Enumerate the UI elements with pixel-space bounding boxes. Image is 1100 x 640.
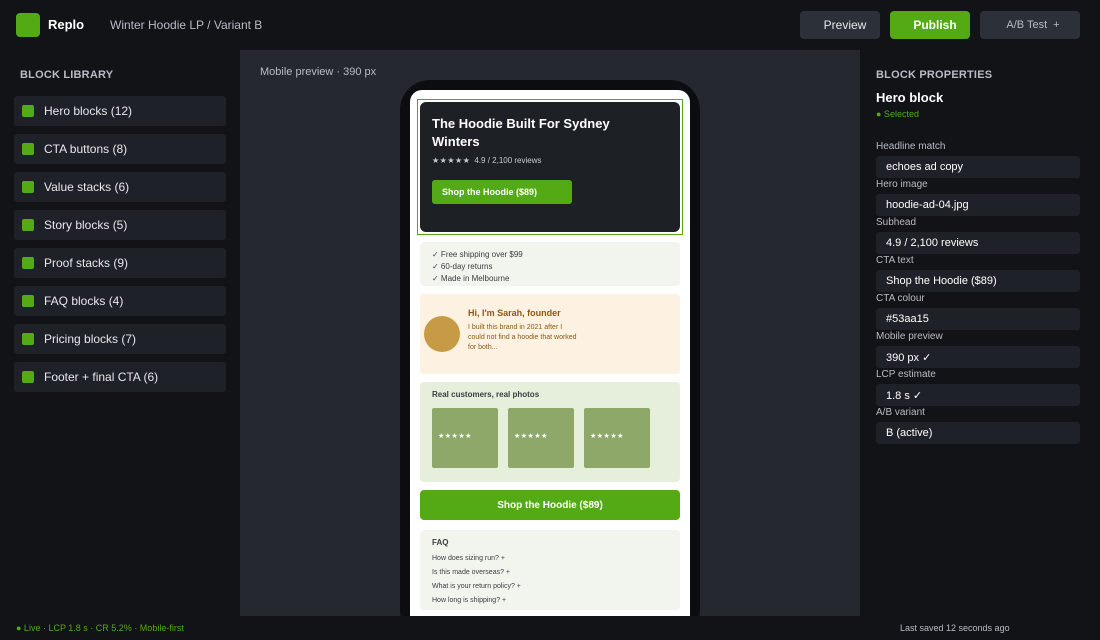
library-item-value-stacks[interactable]: Value stacks (6) <box>14 172 226 202</box>
block-properties-title: BLOCK PROPERTIES <box>876 69 993 81</box>
library-item-label: Footer + final CTA (6) <box>44 370 159 384</box>
prop-label-mobile-preview: Mobile preview <box>876 331 943 342</box>
block-icon <box>22 181 34 193</box>
story-title: Hi, I'm Sarah, founder <box>468 308 561 318</box>
save-status: Last saved 12 seconds ago <box>900 623 1010 633</box>
prop-field-ab-variant[interactable]: B (active) <box>876 422 1080 444</box>
ab-test-button-label: A/B Test <box>1006 19 1048 31</box>
star-rating-icon: ★★★★★ <box>590 433 624 440</box>
library-item-label: Story blocks (5) <box>44 218 128 232</box>
phone-screen[interactable]: The Hoodie Built For Sydney Winters ★★★★… <box>410 90 690 616</box>
selected-block-name: Hero block <box>876 90 944 105</box>
faq-question[interactable]: What is your return policy? + <box>432 583 521 590</box>
hero-rating-text: 4.9 / 2,100 reviews <box>474 156 542 165</box>
block-icon <box>22 143 34 155</box>
faq-block[interactable]: FAQ How does sizing run? + Is this made … <box>420 530 680 610</box>
plus-icon: + <box>1053 19 1060 31</box>
library-item-cta-buttons[interactable]: CTA buttons (8) <box>14 134 226 164</box>
proof-stack-block[interactable]: Real customers, real photos ★★★★★ ★★★★★ … <box>420 382 680 482</box>
status-bar: ● Live · LCP 1.8 s · CR 5.2% · Mobile-fi… <box>0 616 1100 640</box>
prop-label-lcp-estimate: LCP estimate <box>876 369 936 380</box>
block-library-title: BLOCK LIBRARY <box>20 69 114 81</box>
prop-field-lcp-estimate[interactable]: 1.8 s ✓ <box>876 384 1080 406</box>
star-rating-icon: ★★★★★ <box>438 433 472 440</box>
library-item-label: Pricing blocks (7) <box>44 332 137 346</box>
star-rating-icon: ★★★★★ <box>432 156 471 165</box>
library-item-label: CTA buttons (8) <box>44 142 128 156</box>
library-item-label: Hero blocks (12) <box>44 104 133 118</box>
top-bar: Replo Winter Hoodie LP / Variant B Previ… <box>0 0 1100 50</box>
library-item-hero-blocks[interactable]: Hero blocks (12) <box>14 96 226 126</box>
app-name: Replo <box>48 17 85 32</box>
faq-title: FAQ <box>432 538 449 547</box>
hero-block[interactable]: The Hoodie Built For Sydney Winters ★★★★… <box>420 102 680 232</box>
block-icon <box>22 105 34 117</box>
live-status: ● Live · LCP 1.8 s · CR 5.2% · Mobile-fi… <box>16 623 184 633</box>
prop-label-subhead: Subhead <box>876 217 917 228</box>
story-body: I built this brand in 2021 after I could… <box>468 324 577 351</box>
prop-label-headline-match: Headline match <box>876 141 946 152</box>
publish-button[interactable]: Publish <box>890 11 970 39</box>
prop-label-cta-colour: CTA colour <box>876 293 925 304</box>
value-item: ✓ Made in Melbourne <box>432 274 510 283</box>
mobile-preview-label: Mobile preview · 390 px <box>260 66 377 78</box>
story-block[interactable]: Hi, I'm Sarah, founder I built this bran… <box>420 294 680 374</box>
preview-button-label: Preview <box>823 18 867 32</box>
block-icon <box>22 295 34 307</box>
value-item: ✓ Free shipping over $99 <box>432 250 523 259</box>
library-item-label: Proof stacks (9) <box>44 256 129 270</box>
value-item: ✓ 60-day returns <box>432 262 493 271</box>
breadcrumb[interactable]: Winter Hoodie LP / Variant B <box>110 18 262 32</box>
selected-status: ● Selected <box>876 109 919 119</box>
faq-question[interactable]: Is this made overseas? + <box>432 569 510 576</box>
star-rating-icon: ★★★★★ <box>514 433 548 440</box>
block-icon <box>22 371 34 383</box>
prop-field-headline-match[interactable]: echoes ad copy <box>876 156 1080 178</box>
prop-field-subhead[interactable]: 4.9 / 2,100 reviews <box>876 232 1080 254</box>
value-stack-block[interactable]: ✓ Free shipping over $99 ✓ 60-day return… <box>420 242 680 286</box>
block-icon <box>22 257 34 269</box>
hero-rating: ★★★★★ 4.9 / 2,100 reviews <box>432 156 542 165</box>
prop-label-cta-text: CTA text <box>876 255 914 266</box>
preview-button[interactable]: Preview <box>800 11 880 39</box>
prop-field-cta-colour[interactable]: #53aa15 <box>876 308 1080 330</box>
phone-frame: The Hoodie Built For Sydney Winters ★★★★… <box>400 80 700 616</box>
library-item-label: FAQ blocks (4) <box>44 294 124 308</box>
block-icon <box>22 219 34 231</box>
prop-field-mobile-preview[interactable]: 390 px ✓ <box>876 346 1080 368</box>
library-item-story-blocks[interactable]: Story blocks (5) <box>14 210 226 240</box>
faq-question[interactable]: How does sizing run? + <box>432 555 505 562</box>
customer-photo: ★★★★★ <box>508 408 574 468</box>
library-item-label: Value stacks (6) <box>44 180 130 194</box>
editor-canvas[interactable]: Mobile preview · 390 px The Hoodie Built… <box>240 50 860 616</box>
prop-label-hero-image: Hero image <box>876 179 928 190</box>
hero-cta-button[interactable]: Shop the Hoodie ($89) <box>432 180 572 204</box>
proof-title: Real customers, real photos <box>432 390 540 399</box>
block-library-panel: BLOCK LIBRARY Hero blocks (12) CTA butto… <box>0 50 240 616</box>
prop-field-cta-text[interactable]: Shop the Hoodie ($89) <box>876 270 1080 292</box>
ab-test-button[interactable]: A/B Test + <box>980 11 1080 39</box>
prop-label-ab-variant: A/B variant <box>876 407 925 418</box>
library-item-footer-final-cta[interactable]: Footer + final CTA (6) <box>14 362 226 392</box>
library-item-pricing-blocks[interactable]: Pricing blocks (7) <box>14 324 226 354</box>
block-icon <box>22 333 34 345</box>
publish-button-label: Publish <box>913 18 957 32</box>
cta-button-block[interactable]: Shop the Hoodie ($89) <box>420 490 680 520</box>
block-properties-panel: BLOCK PROPERTIES Hero block ● Selected H… <box>860 50 1100 616</box>
prop-field-hero-image[interactable]: hoodie-ad-04.jpg <box>876 194 1080 216</box>
library-item-faq-blocks[interactable]: FAQ blocks (4) <box>14 286 226 316</box>
founder-avatar <box>424 316 460 352</box>
replo-logo-icon[interactable] <box>16 13 40 37</box>
faq-question[interactable]: How long is shipping? + <box>432 597 506 604</box>
library-item-proof-stacks[interactable]: Proof stacks (9) <box>14 248 226 278</box>
customer-photo: ★★★★★ <box>432 408 498 468</box>
hero-headline: The Hoodie Built For Sydney Winters <box>432 116 610 149</box>
customer-photo: ★★★★★ <box>584 408 650 468</box>
